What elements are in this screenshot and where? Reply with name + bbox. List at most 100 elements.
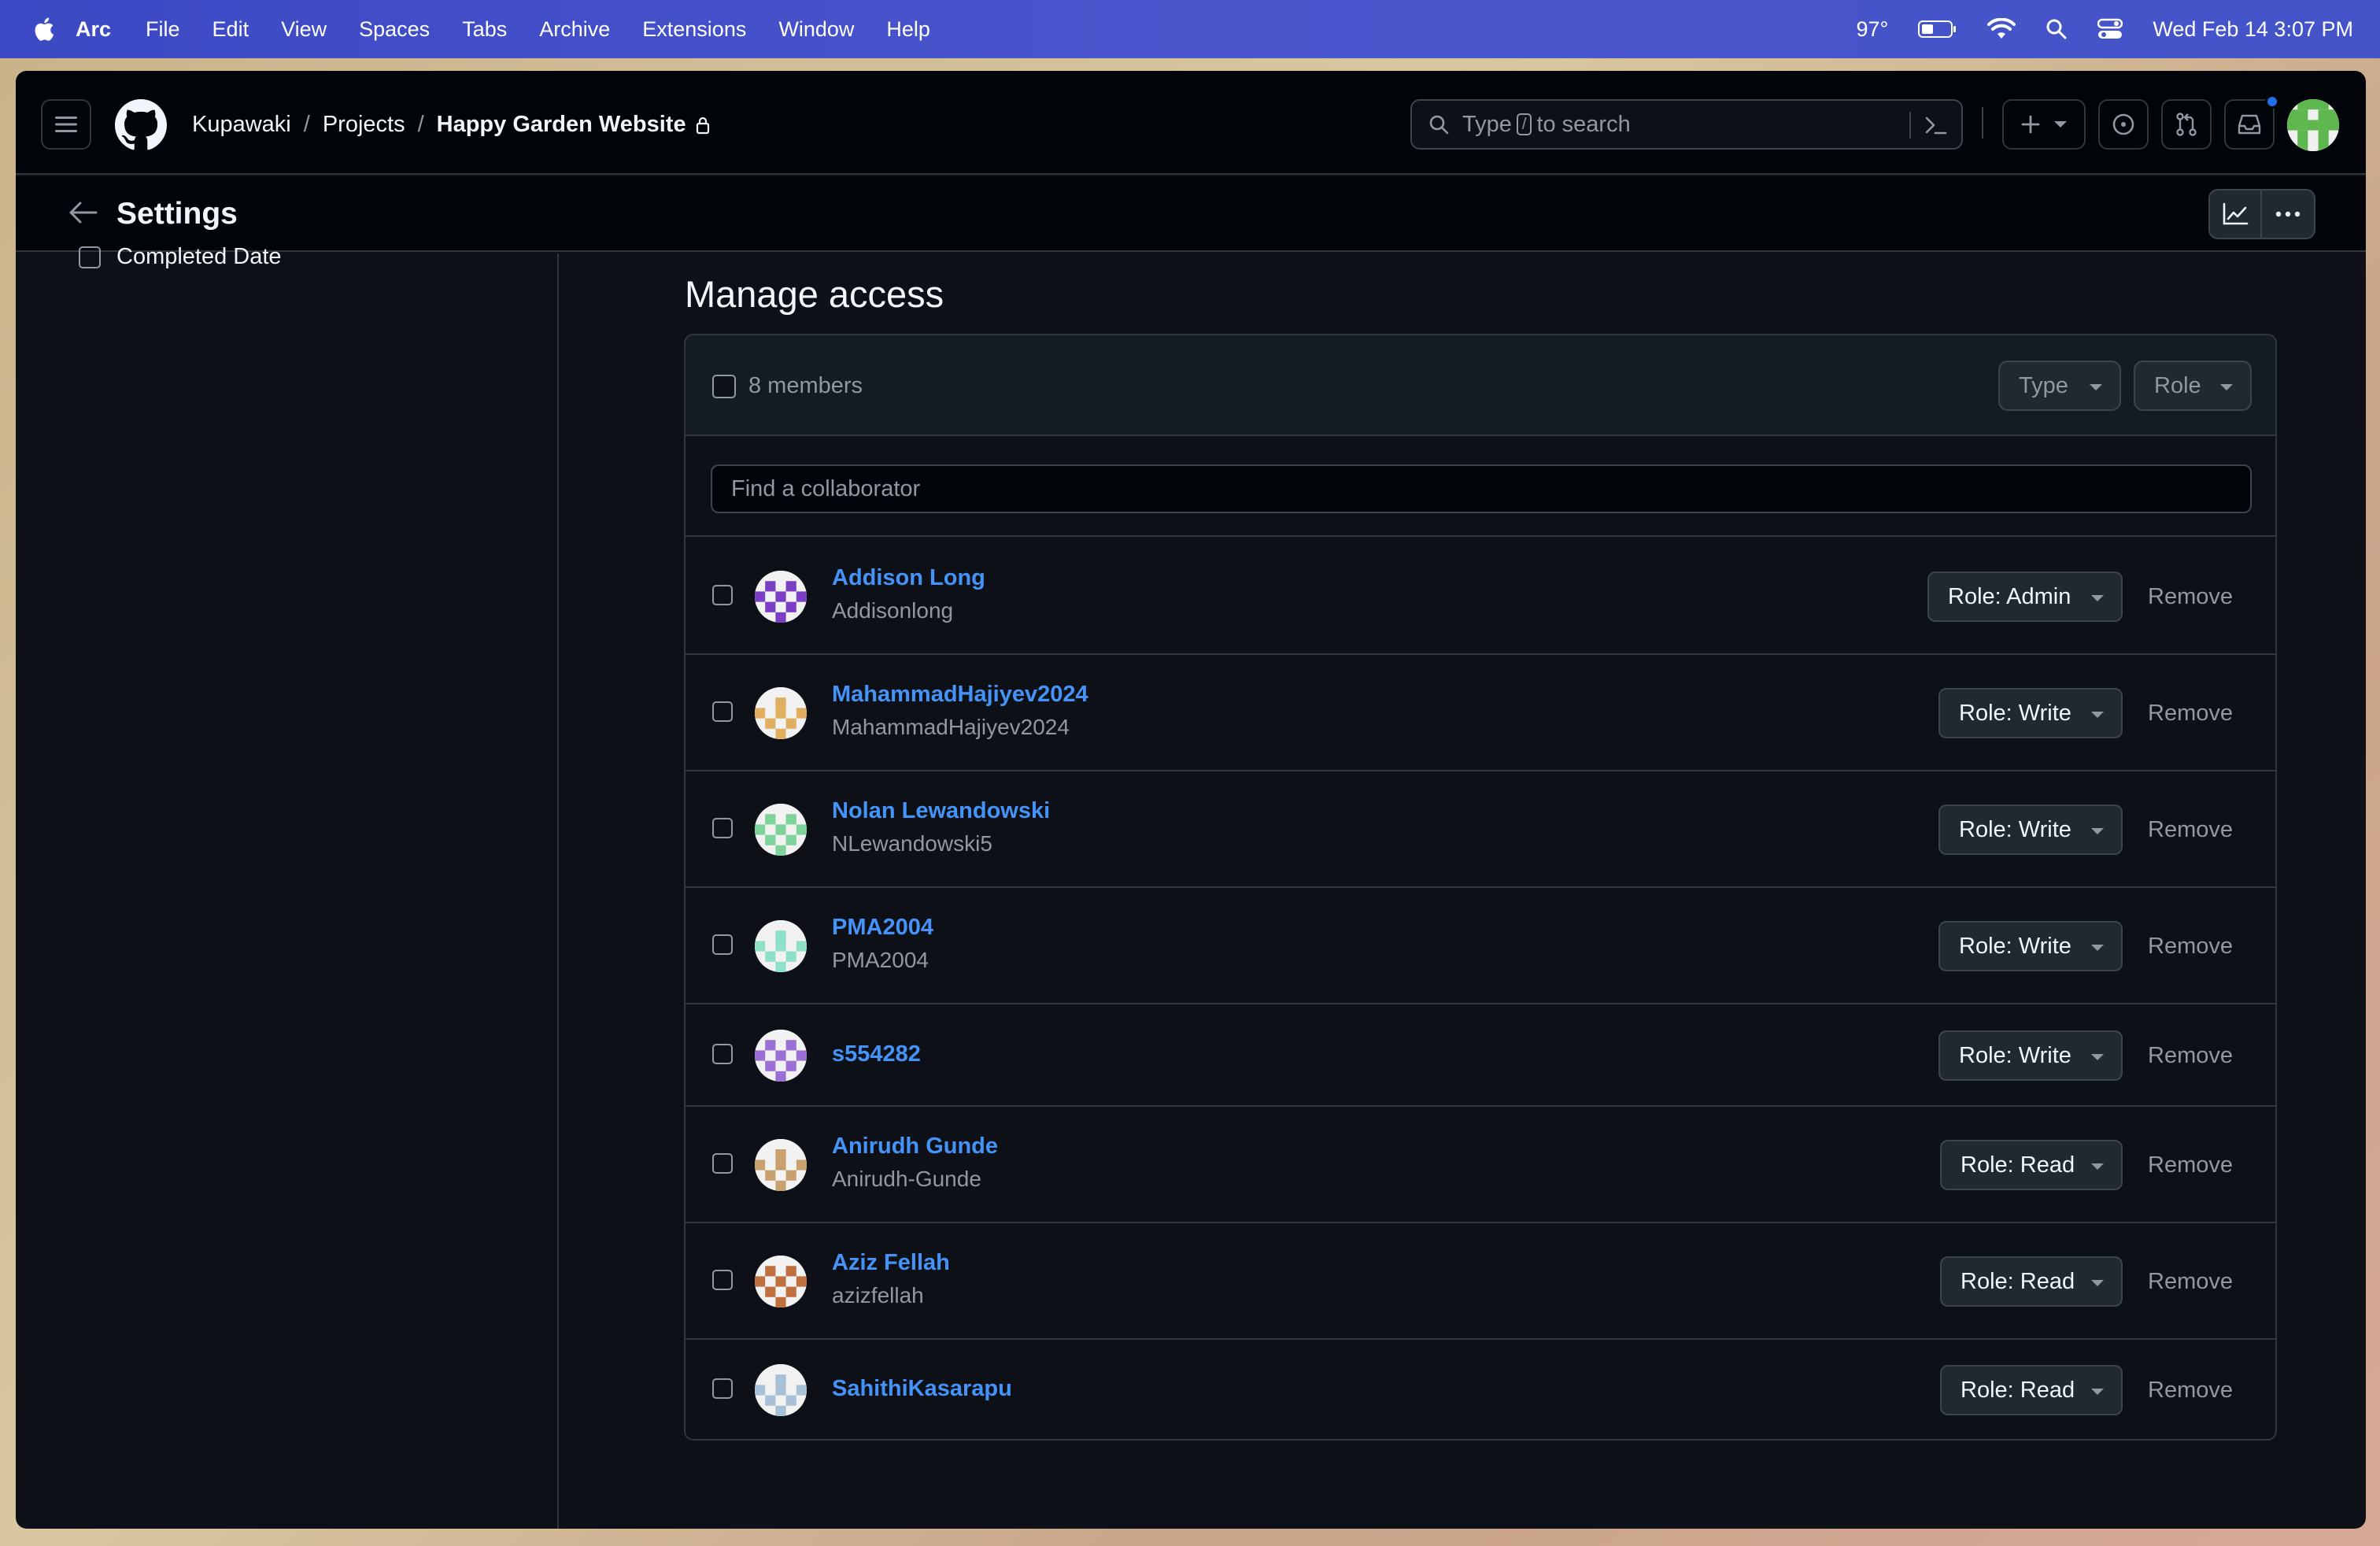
search-placeholder-post: to search	[1536, 111, 1631, 137]
triangle-down-icon	[2220, 384, 2233, 390]
member-role-dropdown[interactable]: Role: Write	[1938, 688, 2123, 738]
member-role-label: Role: Read	[1961, 1268, 2075, 1294]
member-avatar[interactable]	[755, 920, 807, 972]
member-role-dropdown[interactable]: Role: Admin	[1927, 571, 2123, 622]
select-all-checkbox[interactable]	[712, 375, 736, 398]
remove-member-button[interactable]: Remove	[2148, 584, 2233, 610]
remove-member-button[interactable]: Remove	[2148, 1378, 2233, 1404]
member-name-link[interactable]: PMA2004	[832, 915, 933, 941]
member-row: Anirudh Gunde Anirudh-Gunde Role: Read Remo…	[686, 1107, 2275, 1223]
create-new-button[interactable]	[2002, 99, 2086, 150]
member-avatar[interactable]	[755, 1139, 807, 1191]
apple-logo-icon[interactable]	[31, 16, 55, 43]
member-checkbox[interactable]	[712, 1270, 733, 1290]
menu-edit[interactable]: Edit	[213, 17, 249, 42]
member-name-link[interactable]: s554282	[832, 1041, 921, 1067]
menu-spaces[interactable]: Spaces	[359, 17, 430, 42]
remove-member-button[interactable]: Remove	[2148, 817, 2233, 843]
member-avatar[interactable]	[755, 571, 807, 623]
member-avatar[interactable]	[755, 1030, 807, 1082]
member-checkbox[interactable]	[712, 1044, 733, 1064]
field-checkbox[interactable]	[79, 246, 101, 268]
arrow-left-icon[interactable]	[68, 200, 99, 225]
control-center-icon[interactable]	[2097, 18, 2123, 40]
notifications-button[interactable]	[2224, 94, 2279, 150]
member-role-dropdown[interactable]: Role: Read	[1940, 1256, 2123, 1307]
member-name-link[interactable]: Nolan Lewandowski	[832, 798, 1050, 824]
manage-access-panel: 8 members Type Role Addison Long Addisonl…	[684, 334, 2277, 1441]
weather-temperature[interactable]: 97°	[1857, 17, 1889, 42]
breadcrumb-project[interactable]: Happy Garden Website	[437, 112, 686, 138]
member-row: MahammadHajiyev2024 MahammadHajiyev2024 Ro…	[686, 655, 2275, 771]
remove-member-button[interactable]: Remove	[2148, 701, 2233, 727]
member-checkbox[interactable]	[712, 585, 733, 605]
identicon-avatar	[755, 1364, 807, 1416]
macos-menubar: Arc File Edit View Spaces Tabs Archive E…	[0, 0, 2380, 58]
identicon-avatar	[755, 1256, 807, 1307]
find-collaborator-input[interactable]	[711, 464, 2252, 513]
unread-indicator	[2265, 94, 2279, 109]
user-avatar[interactable]	[2287, 99, 2339, 151]
git-pull-request-icon	[2176, 113, 2197, 136]
pull-requests-button[interactable]	[2161, 99, 2212, 150]
member-checkbox[interactable]	[712, 1378, 733, 1399]
member-role-dropdown[interactable]: Role: Write	[1938, 1030, 2123, 1081]
member-role-dropdown[interactable]: Role: Read	[1940, 1365, 2123, 1415]
member-name-link[interactable]: MahammadHajiyev2024	[832, 682, 1088, 708]
remove-member-button[interactable]: Remove	[2148, 1269, 2233, 1295]
triangle-down-icon	[2091, 1054, 2104, 1060]
identicon-avatar	[755, 687, 807, 739]
command-palette-icon[interactable]	[1924, 113, 1949, 137]
insights-button[interactable]	[2210, 190, 2263, 238]
member-checkbox[interactable]	[712, 934, 733, 955]
menu-arc[interactable]: Arc	[76, 17, 111, 42]
member-role-dropdown[interactable]: Role: Read	[1940, 1140, 2123, 1190]
triangle-down-icon	[2090, 384, 2102, 390]
battery-icon[interactable]	[1918, 20, 1957, 39]
issues-button[interactable]	[2098, 99, 2149, 150]
member-avatar[interactable]	[755, 1364, 807, 1416]
menu-archive[interactable]: Archive	[539, 17, 610, 42]
menu-help[interactable]: Help	[886, 17, 930, 42]
member-name-link[interactable]: Aziz Fellah	[832, 1250, 950, 1276]
role-filter-dropdown[interactable]: Role	[2134, 361, 2252, 411]
wifi-icon[interactable]	[1987, 18, 2016, 40]
breadcrumb-owner[interactable]: Kupawaki	[192, 112, 291, 138]
graph-icon	[2223, 202, 2249, 225]
menu-file[interactable]: File	[146, 17, 180, 42]
github-logo-icon[interactable]	[115, 99, 167, 151]
remove-member-button[interactable]: Remove	[2148, 1152, 2233, 1178]
member-avatar[interactable]	[755, 1256, 807, 1307]
menu-button[interactable]	[41, 99, 91, 150]
remove-member-button[interactable]: Remove	[2148, 1043, 2233, 1069]
type-filter-dropdown[interactable]: Type	[1998, 361, 2121, 411]
sidebar-item-completed-date[interactable]: Completed Date	[79, 244, 282, 270]
menu-view[interactable]: View	[281, 17, 327, 42]
page-title: Settings	[116, 197, 238, 231]
member-checkbox[interactable]	[712, 1153, 733, 1174]
menu-window[interactable]: Window	[778, 17, 854, 42]
menubar-status-area: 97° Wed Feb 14 3:07 PM	[1827, 0, 2354, 58]
menu-extensions[interactable]: Extensions	[642, 17, 746, 42]
member-role-dropdown[interactable]: Role: Write	[1938, 921, 2123, 971]
menubar-datetime[interactable]: Wed Feb 14 3:07 PM	[2153, 17, 2353, 42]
members-count: 8 members	[748, 373, 863, 398]
member-name-link[interactable]: Addison Long	[832, 565, 985, 591]
member-avatar[interactable]	[755, 687, 807, 739]
member-avatar[interactable]	[755, 804, 807, 856]
more-options-button[interactable]	[2262, 190, 2314, 238]
breadcrumb-separator: /	[303, 112, 310, 137]
member-checkbox[interactable]	[712, 818, 733, 838]
member-checkbox[interactable]	[712, 701, 733, 722]
triangle-down-icon	[2091, 1163, 2104, 1170]
search-placeholder-pre: Type	[1462, 111, 1512, 137]
member-name-link[interactable]: SahithiKasarapu	[832, 1376, 1012, 1402]
member-name-link[interactable]: Anirudh Gunde	[832, 1134, 998, 1160]
identicon-avatar	[755, 1030, 807, 1082]
member-role-dropdown[interactable]: Role: Write	[1938, 804, 2123, 855]
menu-tabs[interactable]: Tabs	[462, 17, 507, 42]
remove-member-button[interactable]: Remove	[2148, 934, 2233, 960]
global-search-input[interactable]: Type / to search	[1410, 99, 1963, 150]
spotlight-search-icon[interactable]	[2046, 18, 2068, 40]
breadcrumb-projects[interactable]: Projects	[323, 112, 405, 138]
